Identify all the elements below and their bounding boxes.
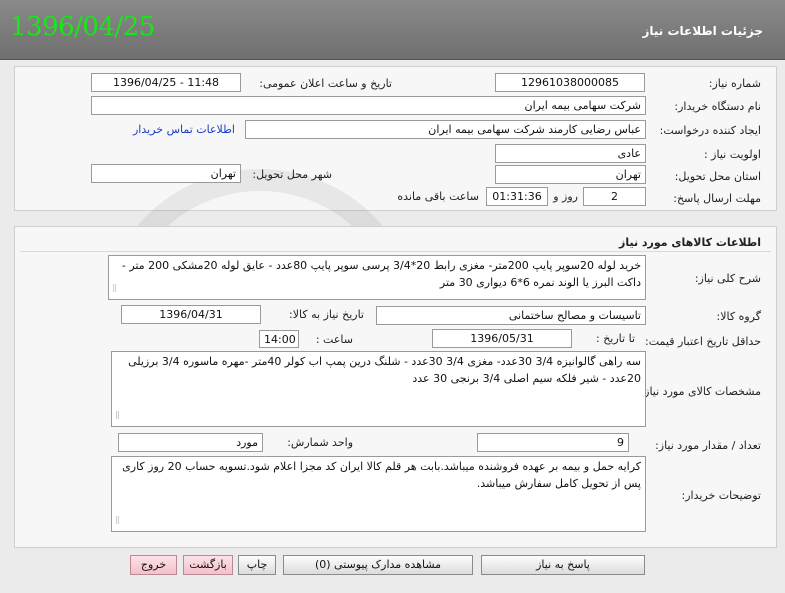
- days-field: 2: [583, 187, 646, 206]
- time-left-label: ساعت باقی مانده: [397, 190, 479, 203]
- specs-textarea: سه راهی گالوانیزه 3/4 30عدد- مغزی 3/4 30…: [111, 351, 646, 427]
- priority-label: اولویت نیاز :: [703, 148, 761, 161]
- qty-field: 9: [477, 433, 629, 452]
- creator-label: ایجاد کننده درخواست:: [659, 124, 761, 137]
- notes-text: کرایه حمل و بیمه بر عهده فروشنده میباشد.…: [122, 460, 641, 490]
- reply-button[interactable]: پاسخ به نیاز: [481, 555, 645, 575]
- announce-label: تاریخ و ساعت اعلان عمومی:: [259, 77, 392, 90]
- buyer-label: نام دستگاه خریدار:: [674, 100, 761, 113]
- goods-section-title: اطلاعات کالاهای مورد نیاز: [619, 236, 761, 249]
- group-field: تاسیسات و مصالح ساختمانی: [376, 306, 646, 325]
- validity-label: حداقل تاریخ اعتبار قیمت:: [645, 335, 761, 348]
- specs-text: سه راهی گالوانیزه 3/4 30عدد- مغزی 3/4 30…: [128, 355, 641, 385]
- exit-button[interactable]: خروج: [130, 555, 177, 575]
- qty-label: تعداد / مقدار مورد نیاز:: [655, 439, 761, 452]
- deadline-label: مهلت ارسال پاسخ:: [673, 192, 761, 205]
- priority-field: عادی: [495, 144, 646, 163]
- creator-field: عباس رضایی کارمند شرکت سهامی بیمه ایران: [245, 120, 646, 139]
- hour-label: ساعت :: [315, 333, 353, 346]
- attachments-button[interactable]: مشاهده مدارک پیوستی (0): [283, 555, 473, 575]
- print-button[interactable]: چاپ: [238, 555, 276, 575]
- until-label: تا تاریخ :: [596, 332, 635, 345]
- need-number-label: شماره نیاز:: [708, 77, 761, 90]
- province-label: استان محل تحویل:: [674, 170, 761, 183]
- resize-grip-icon[interactable]: ⣿: [115, 407, 120, 424]
- summary-label: شرح کلی نیاز:: [694, 272, 761, 285]
- city-label: شهر محل تحویل:: [252, 168, 332, 181]
- specs-label: مشخصات کالای مورد نیاز:: [640, 385, 761, 398]
- goods-divider: [20, 251, 771, 252]
- unit-label: واحد شمارش:: [287, 436, 353, 449]
- back-button[interactable]: بازگشت: [183, 555, 233, 575]
- group-label: گروه کالا:: [716, 310, 761, 323]
- need-number-field: 12961038000085: [495, 73, 645, 92]
- buyer-field: شرکت سهامی بیمه ایران: [91, 96, 646, 115]
- summary-textarea: خرید لوله 20سوپر پایپ 200متر- مغزی رابط …: [108, 255, 646, 300]
- notes-label: توضیحات خریدار:: [681, 489, 762, 502]
- need-date-label: تاریخ نیاز به کالا:: [289, 308, 364, 321]
- header-date: 1396/04/25: [10, 12, 155, 42]
- time-left-field: 01:31:36: [486, 187, 548, 206]
- validity-date-field: 1396/05/31: [432, 329, 572, 348]
- page-title: جزئیات اطلاعات نیاز: [642, 24, 763, 38]
- days-label: روز و: [553, 190, 578, 203]
- unit-field: مورد: [118, 433, 263, 452]
- buyer-contact-link[interactable]: اطلاعات تماس خریدار: [133, 123, 235, 136]
- validity-time-field: 14:00: [259, 330, 299, 348]
- city-field: تهران: [91, 164, 241, 183]
- resize-grip-icon[interactable]: ⣿: [112, 280, 117, 297]
- province-field: تهران: [495, 165, 646, 184]
- need-date-field: 1396/04/31: [121, 305, 261, 324]
- resize-grip-icon[interactable]: ⣿: [115, 512, 120, 529]
- notes-textarea: کرایه حمل و بیمه بر عهده فروشنده میباشد.…: [111, 456, 646, 532]
- announce-field: 1396/04/25 - 11:48: [91, 73, 241, 92]
- summary-text: خرید لوله 20سوپر پایپ 200متر- مغزی رابط …: [121, 259, 641, 289]
